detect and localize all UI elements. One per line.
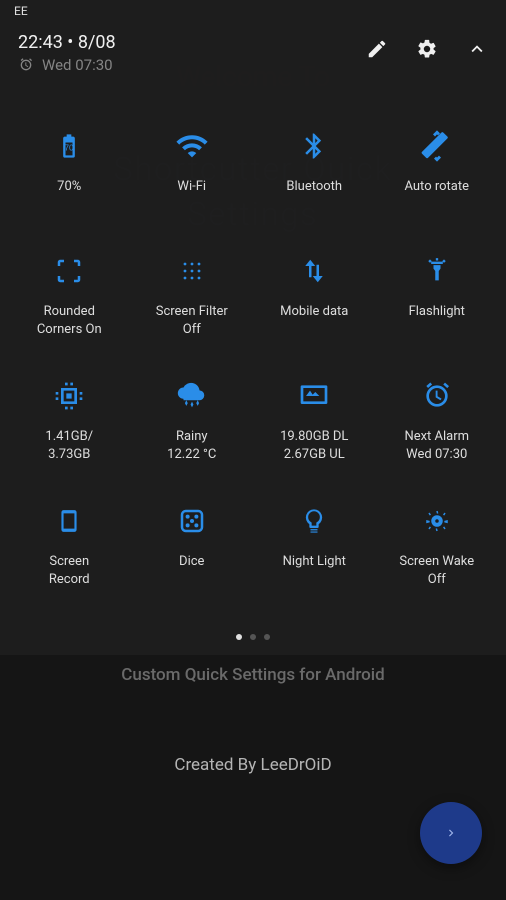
nightlight-icon <box>294 501 334 541</box>
alarm-row[interactable]: Wed 07:30 <box>18 56 366 74</box>
tile-label: Night Light <box>279 553 350 571</box>
data-icon <box>294 251 334 291</box>
svg-text:70: 70 <box>65 144 75 153</box>
gear-icon[interactable] <box>416 38 438 60</box>
tiles-grid: 70 70% Wi-Fi Bluetooth Auto rotate Rounded Co… <box>0 86 506 626</box>
rotate-icon <box>417 126 457 166</box>
backdrop-footer: Custom Quick Settings for Android Create… <box>0 655 506 900</box>
tile-weather[interactable]: Rainy 12.22 °C <box>131 376 254 501</box>
tile-bluetooth[interactable]: Bluetooth <box>253 126 376 251</box>
alarm-text: Wed 07:30 <box>42 56 113 74</box>
tile-filter[interactable]: Screen Filter Off <box>131 251 254 376</box>
date-text: 8/08 <box>78 32 116 53</box>
wifi-icon <box>172 126 212 166</box>
carrier-label: EE <box>14 4 28 18</box>
tile-wake[interactable]: Screen Wake Off <box>376 501 499 626</box>
tile-label: Flashlight <box>405 303 469 321</box>
tile-label: Screen Record <box>45 553 94 588</box>
panel-header: 22:43 • 8/08 Wed 07:30 <box>0 24 506 86</box>
alarm-icon <box>417 376 457 416</box>
weather-icon <box>172 376 212 416</box>
pagination-dots[interactable] <box>0 626 506 648</box>
tile-record[interactable]: Screen Record <box>8 501 131 626</box>
tile-flashlight[interactable]: Flashlight <box>376 251 499 376</box>
tile-label: Auto rotate <box>400 178 473 196</box>
filter-icon <box>172 251 212 291</box>
tile-label: Dice <box>175 553 208 571</box>
chevron-right-icon <box>444 826 458 840</box>
tile-label: 1.41GB/ 3.73GB <box>41 428 97 463</box>
tile-nightlight[interactable]: Night Light <box>253 501 376 626</box>
battery-icon: 70 <box>49 126 89 166</box>
flashlight-icon <box>417 251 457 291</box>
tile-corners[interactable]: Rounded Corners On <box>8 251 131 376</box>
wake-icon <box>417 501 457 541</box>
cpu-icon <box>49 376 89 416</box>
tile-cpu[interactable]: 1.41GB/ 3.73GB <box>8 376 131 501</box>
time-text: 22:43 <box>18 32 63 53</box>
dice-icon <box>172 501 212 541</box>
backdrop-subtitle: Custom Quick Settings for Android <box>0 665 506 685</box>
alarm-small-icon <box>18 57 34 73</box>
tile-data[interactable]: Mobile data <box>253 251 376 376</box>
backdrop-credit: Created By LeeDrOiD <box>0 755 506 775</box>
tile-label: Bluetooth <box>282 178 346 196</box>
page-dot-1[interactable] <box>236 634 242 640</box>
tile-dice[interactable]: Dice <box>131 501 254 626</box>
tile-label: Wi-Fi <box>173 178 210 196</box>
tile-label: Mobile data <box>276 303 352 321</box>
chevron-up-icon[interactable] <box>466 38 488 60</box>
page-dot-3[interactable] <box>264 634 270 640</box>
tile-label: 70% <box>53 178 85 196</box>
tile-rotate[interactable]: Auto rotate <box>376 126 499 251</box>
monitor-icon <box>294 376 334 416</box>
record-icon <box>49 501 89 541</box>
fab-next-button[interactable] <box>420 802 482 864</box>
tile-wifi[interactable]: Wi-Fi <box>131 126 254 251</box>
tile-label: Next Alarm Wed 07:30 <box>400 428 473 463</box>
edit-icon[interactable] <box>366 38 388 60</box>
tile-label: Rounded Corners On <box>33 303 106 338</box>
time-date[interactable]: 22:43 • 8/08 <box>18 32 366 53</box>
quick-settings-panel[interactable]: EE 22:43 • 8/08 Wed 07:30 70 70% Wi-Fi Blue… <box>0 0 506 655</box>
tile-alarm[interactable]: Next Alarm Wed 07:30 <box>376 376 499 501</box>
tile-monitor[interactable]: 19.80GB DL 2.67GB UL <box>253 376 376 501</box>
status-bar: EE <box>0 0 506 24</box>
page-dot-2[interactable] <box>250 634 256 640</box>
corners-icon <box>49 251 89 291</box>
tile-label: Screen Filter Off <box>152 303 232 338</box>
tile-label: 19.80GB DL 2.67GB UL <box>276 428 352 463</box>
tile-battery[interactable]: 70 70% <box>8 126 131 251</box>
tile-label: Screen Wake Off <box>395 553 478 588</box>
tile-label: Rainy 12.22 °C <box>163 428 220 463</box>
bluetooth-icon <box>294 126 334 166</box>
